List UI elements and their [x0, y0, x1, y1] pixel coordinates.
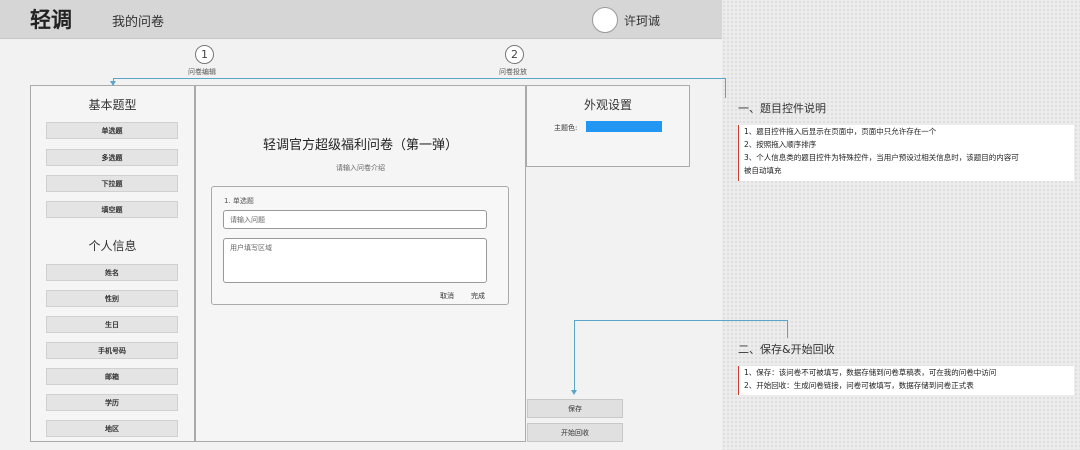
- connector-line-bottom-drop: [574, 320, 575, 392]
- cancel-button[interactable]: 取消: [440, 291, 454, 301]
- annotation-2-line: 2、开始回收：生成问卷链接，问卷可被填写，数据存储到问卷正式表: [744, 381, 974, 390]
- control-dropdown[interactable]: 下拉题: [46, 175, 178, 192]
- step-1-indicator[interactable]: 1: [195, 45, 214, 64]
- theme-color-label: 主题色:: [554, 124, 578, 132]
- app-logo[interactable]: 轻调: [30, 4, 72, 34]
- annotation-2-title: 二、保存&开始回收: [738, 343, 835, 356]
- step-1-label: 问卷编辑: [188, 68, 216, 76]
- question-input[interactable]: 请输入问题: [223, 210, 487, 229]
- control-region[interactable]: 地区: [46, 420, 178, 437]
- theme-color-picker[interactable]: [586, 121, 662, 132]
- annotation-1-line: 1、题目控件拖入后显示在页面中，页面中只允许存在一个: [744, 127, 937, 136]
- connector-line-top: [113, 78, 725, 79]
- survey-intro-input[interactable]: 请输入问卷介绍: [195, 163, 526, 173]
- control-phone[interactable]: 手机号码: [46, 342, 178, 359]
- annotation-1-body: 1、题目控件拖入后显示在页面中，页面中只允许存在一个 2、按照拖入顺序排序 3、…: [738, 125, 1074, 181]
- step-2-label: 问卷投放: [499, 68, 527, 76]
- control-education[interactable]: 学历: [46, 394, 178, 411]
- control-gender[interactable]: 性别: [46, 290, 178, 307]
- annotation-1-line: 3、个人信息类的题目控件为特殊控件，当用户预设过相关信息时，该题目的内容可: [744, 153, 1019, 162]
- annotation-1-line: 被自动填充: [744, 166, 782, 175]
- connector-line-bottom: [574, 320, 787, 321]
- control-birthday[interactable]: 生日: [46, 316, 178, 333]
- annotation-1-line: 2、按照拖入顺序排序: [744, 140, 817, 149]
- avatar[interactable]: [592, 7, 618, 33]
- arrow-head-top: [110, 81, 116, 86]
- question-type-label: 1. 单选题: [224, 197, 254, 205]
- annotation-2-body: 1、保存：该问卷不可被填写，数据存储到问卷草稿表，可在我的问卷中访问 2、开始回…: [738, 366, 1074, 395]
- done-button[interactable]: 完成: [471, 291, 485, 301]
- basic-types-title: 基本题型: [88, 98, 137, 112]
- control-email[interactable]: 邮箱: [46, 368, 178, 385]
- step-2-indicator[interactable]: 2: [505, 45, 524, 64]
- appearance-title: 外观设置: [583, 98, 632, 112]
- user-name: 许珂诚: [624, 14, 661, 28]
- start-collect-button[interactable]: 开始回收: [527, 423, 623, 442]
- control-multi-choice[interactable]: 多选题: [46, 149, 178, 166]
- control-name[interactable]: 姓名: [46, 264, 178, 281]
- annotation-2-line: 1、保存：该问卷不可被填写，数据存储到问卷草稿表，可在我的问卷中访问: [744, 368, 997, 377]
- save-button[interactable]: 保存: [527, 399, 623, 418]
- personal-info-title: 个人信息: [88, 239, 137, 253]
- answer-area-input[interactable]: 用户填写区域: [223, 238, 487, 283]
- survey-title[interactable]: 轻调官方超级福利问卷（第一弹）: [195, 134, 526, 153]
- connector-line-bottom-right: [787, 320, 788, 338]
- control-single-choice[interactable]: 单选题: [46, 122, 178, 139]
- arrow-head-bottom: [571, 390, 577, 395]
- control-fill-blank[interactable]: 填空题: [46, 201, 178, 218]
- connector-line-top-right: [725, 78, 726, 98]
- annotation-1-title: 一、题目控件说明: [738, 102, 826, 115]
- nav-my-surveys[interactable]: 我的问卷: [112, 11, 164, 30]
